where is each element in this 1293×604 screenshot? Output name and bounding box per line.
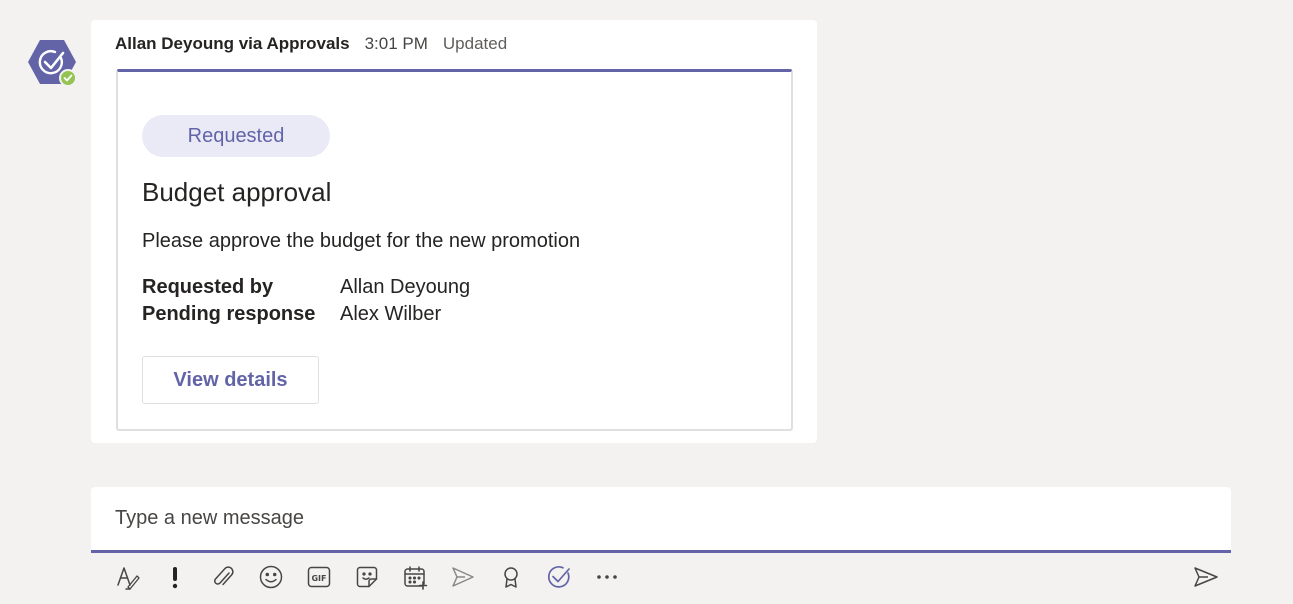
message-timestamp: 3:01 PM [364,34,428,53]
card-description: Please approve the budget for the new pr… [142,230,581,252]
message-sender[interactable]: Allan Deyoung via Approvals [115,34,350,54]
format-icon[interactable] [111,560,143,594]
sticker-icon[interactable] [351,560,383,594]
compose-toolbar: GIF [0,560,1293,596]
send-icon[interactable] [1190,560,1222,594]
approval-card: Requested Budget approval Please approve… [116,69,793,431]
chat-message: Allan Deyoung via Approvals 3:01 PM Upda… [91,20,817,443]
approvals-logo-icon [28,40,77,87]
fact-row: Pending response Alex Wilber [142,301,470,328]
important-icon[interactable] [159,560,191,594]
fact-value: Allan Deyoung [340,276,471,298]
fact-value: Alex Wilber [340,303,442,325]
praise-icon[interactable] [495,560,527,594]
fact-set: Requested by Allan Deyoung Pending respo… [142,274,470,328]
view-details-button[interactable]: View details [142,356,319,404]
status-badge: Requested [142,115,330,157]
approvals-app-avatar[interactable] [26,38,80,88]
fact-row: Requested by Allan Deyoung [142,274,470,301]
fact-label: Pending response [142,303,316,325]
compose-box[interactable]: Type a new message [91,487,1231,553]
message-header: Allan Deyoung via Approvals 3:01 PM Upda… [115,34,507,54]
fact-label: Requested by [142,276,274,298]
card-title: Budget approval [142,177,332,207]
approvals-icon[interactable] [543,560,575,594]
gif-icon[interactable]: GIF [303,560,335,594]
svg-text:GIF: GIF [311,574,326,583]
message-updated-label: Updated [442,34,508,53]
attach-icon[interactable] [207,560,239,594]
schedule-meeting-icon[interactable] [399,560,431,594]
emoji-icon[interactable] [255,560,287,594]
stream-icon[interactable] [447,560,479,594]
message-input[interactable]: Type a new message [115,507,304,530]
more-options-icon[interactable] [591,560,623,594]
